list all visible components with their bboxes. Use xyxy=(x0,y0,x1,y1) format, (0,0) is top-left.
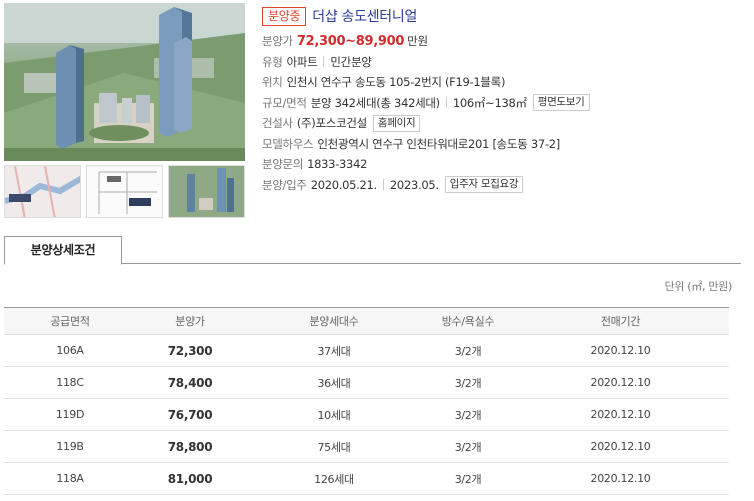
cell-resale-period: 2020.12.10 xyxy=(590,408,651,421)
cell-supply-area: 118C xyxy=(56,376,84,389)
title-row: 분양중 더샵 송도센터니얼 xyxy=(262,4,742,28)
detail-tabbar: 분양상세조건 xyxy=(4,236,741,265)
tab-sale-details[interactable]: 분양상세조건 xyxy=(4,236,122,265)
price-row: 분양가 72,300~89,900 만원 xyxy=(262,31,742,52)
cell-resale-period: 2020.12.10 xyxy=(590,376,651,389)
cell-households: 10세대 xyxy=(317,408,351,422)
schedule-row: 분양/입주 2020.05.21. 2023.05. 입주자 모집요강 xyxy=(262,175,742,196)
thumbnail-strip xyxy=(4,165,245,218)
type-row: 유형 아파트 민간분양 xyxy=(262,52,742,73)
cell-supply-area: 106A xyxy=(56,344,84,357)
location-value: 인천시 연수구 송도동 105-2번지 (F19-1블록) xyxy=(286,75,506,90)
sale-date-value: 2020.05.21. xyxy=(310,177,378,192)
builder-value: (주)포스코건설 xyxy=(296,116,367,131)
main-rendering-image[interactable] xyxy=(4,3,245,161)
cell-price: 76,700 xyxy=(167,407,213,422)
divider xyxy=(323,56,325,68)
table-row: 119B 78,800 75세대 3/2개 2020.12.10 xyxy=(4,431,729,463)
cell-households: 36세대 xyxy=(317,376,351,390)
site-plan-icon xyxy=(87,166,162,217)
price-value: 72,300~89,900 xyxy=(296,33,405,49)
header-rooms-baths: 방수/욕실수 xyxy=(441,315,495,328)
cell-supply-area: 119B xyxy=(56,440,84,453)
cell-price: 81,000 xyxy=(167,471,213,486)
header-supply-area: 공급면적 xyxy=(50,315,90,328)
model-house-value: 인천광역시 연수구 인천타워대로201 [송도동 37-2] xyxy=(317,136,560,151)
inquiry-row: 분양문의 1833-3342 xyxy=(262,154,742,175)
schedule-label: 분양/입주 xyxy=(262,177,307,192)
building-rendering-illustration xyxy=(4,3,245,161)
cell-rooms-baths: 3/2개 xyxy=(454,344,482,358)
rendering-thumbnail-icon xyxy=(169,166,244,217)
cell-households: 37세대 xyxy=(317,344,351,358)
table-row: 118A 81,000 126세대 3/2개 2020.12.10 xyxy=(4,463,729,495)
homepage-button[interactable]: 홈페이지 xyxy=(372,114,421,132)
header-households: 분양세대수 xyxy=(309,315,359,328)
price-unit: 만원 xyxy=(407,34,428,49)
cell-price: 72,300 xyxy=(167,343,213,358)
cell-resale-period: 2020.12.10 xyxy=(590,472,651,485)
cell-resale-period: 2020.12.10 xyxy=(590,344,651,357)
type-label: 유형 xyxy=(262,54,283,69)
cell-supply-area: 118A xyxy=(56,472,84,485)
unit-note: 단위 (㎡, 만원) xyxy=(664,280,732,293)
move-in-date-value: 2023.05. xyxy=(389,177,439,192)
builder-row: 건설사 (주)포스코건설 홈페이지 xyxy=(262,113,742,134)
cell-rooms-baths: 3/2개 xyxy=(454,472,482,486)
map-thumbnail-icon xyxy=(5,166,80,217)
divider xyxy=(382,179,384,191)
area-value: 106㎡~138㎡ xyxy=(452,95,527,110)
table-row: 118C 78,400 36세대 3/2개 2020.12.10 xyxy=(4,367,729,399)
type-value: 아파트 xyxy=(286,54,318,69)
cell-households: 75세대 xyxy=(317,440,351,454)
status-badge: 분양중 xyxy=(262,6,307,26)
table-row: 119D 76,700 10세대 3/2개 2020.12.10 xyxy=(4,399,729,431)
builder-label: 건설사 xyxy=(262,116,293,131)
cell-resale-period: 2020.12.10 xyxy=(590,440,651,453)
supply-type-value: 민간분양 xyxy=(330,54,372,69)
header-resale-period: 전매기간 xyxy=(600,315,641,328)
recruitment-notice-button[interactable]: 입주자 모집요강 xyxy=(444,176,524,194)
scale-label: 규모/면적 xyxy=(262,95,307,110)
households-value: 분양 342세대(총 342세대) xyxy=(310,95,440,110)
location-row: 위치 인천시 연수구 송도동 105-2번지 (F19-1블록) xyxy=(262,72,742,93)
floor-plan-button[interactable]: 평면도보기 xyxy=(532,94,590,112)
price-label: 분양가 xyxy=(262,34,293,49)
model-house-row: 모델하우스 인천광역시 연수구 인천타워대로201 [송도동 37-2] xyxy=(262,134,742,155)
thumbnail-location-map[interactable] xyxy=(4,165,81,218)
cell-rooms-baths: 3/2개 xyxy=(454,408,482,422)
listing-title: 더샵 송도센터니얼 xyxy=(312,9,418,25)
cell-price: 78,400 xyxy=(167,375,213,390)
thumbnail-site-map[interactable] xyxy=(86,165,163,218)
sale-details-table: 공급면적 분양가 분양세대수 방수/욕실수 전매기간 106A 72,300 3… xyxy=(4,307,729,495)
header-price: 분양가 xyxy=(175,315,205,328)
table-header: 공급면적 분양가 분양세대수 방수/욕실수 전매기간 xyxy=(4,308,729,335)
cell-rooms-baths: 3/2개 xyxy=(454,376,482,390)
listing-info-panel: 분양중 더샵 송도센터니얼 분양가 72,300~89,900 만원 유형 아파… xyxy=(262,4,742,195)
location-label: 위치 xyxy=(262,75,283,90)
cell-rooms-baths: 3/2개 xyxy=(454,440,482,454)
scale-row: 규모/면적 분양 342세대(총 342세대) 106㎡~138㎡ 평면도보기 xyxy=(262,93,742,114)
divider xyxy=(445,97,447,109)
thumbnail-rendering[interactable] xyxy=(168,165,245,218)
table-row: 106A 72,300 37세대 3/2개 2020.12.10 xyxy=(4,335,729,367)
inquiry-label: 분양문의 xyxy=(262,157,304,172)
inquiry-phone: 1833-3342 xyxy=(307,157,368,172)
cell-supply-area: 119D xyxy=(55,408,85,421)
model-house-label: 모델하우스 xyxy=(262,136,314,151)
cell-households: 126세대 xyxy=(314,472,354,486)
cell-price: 78,800 xyxy=(167,439,213,454)
